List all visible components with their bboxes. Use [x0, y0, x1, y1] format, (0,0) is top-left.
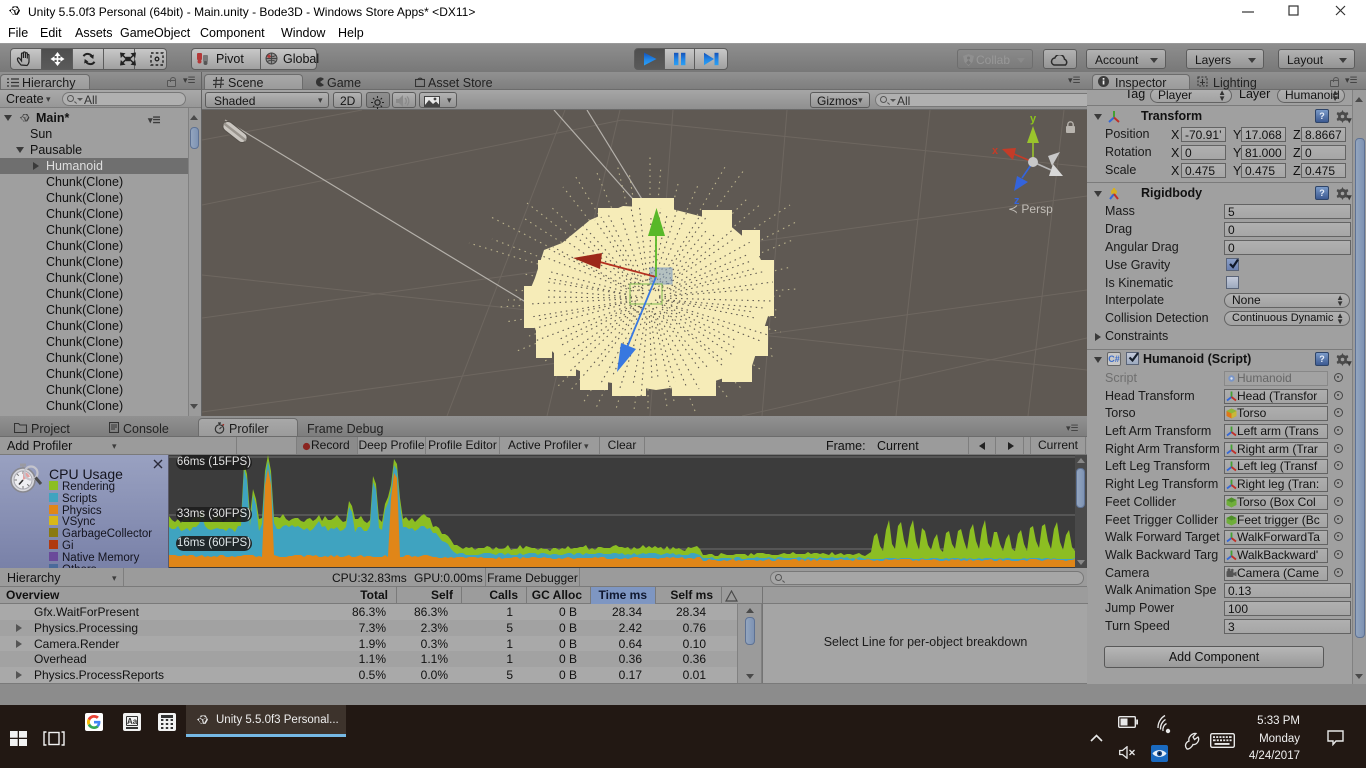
svg-text:y: y: [1030, 113, 1037, 125]
svg-text:≺ Persp: ≺ Persp: [1008, 202, 1053, 216]
svg-text:x: x: [992, 145, 999, 157]
